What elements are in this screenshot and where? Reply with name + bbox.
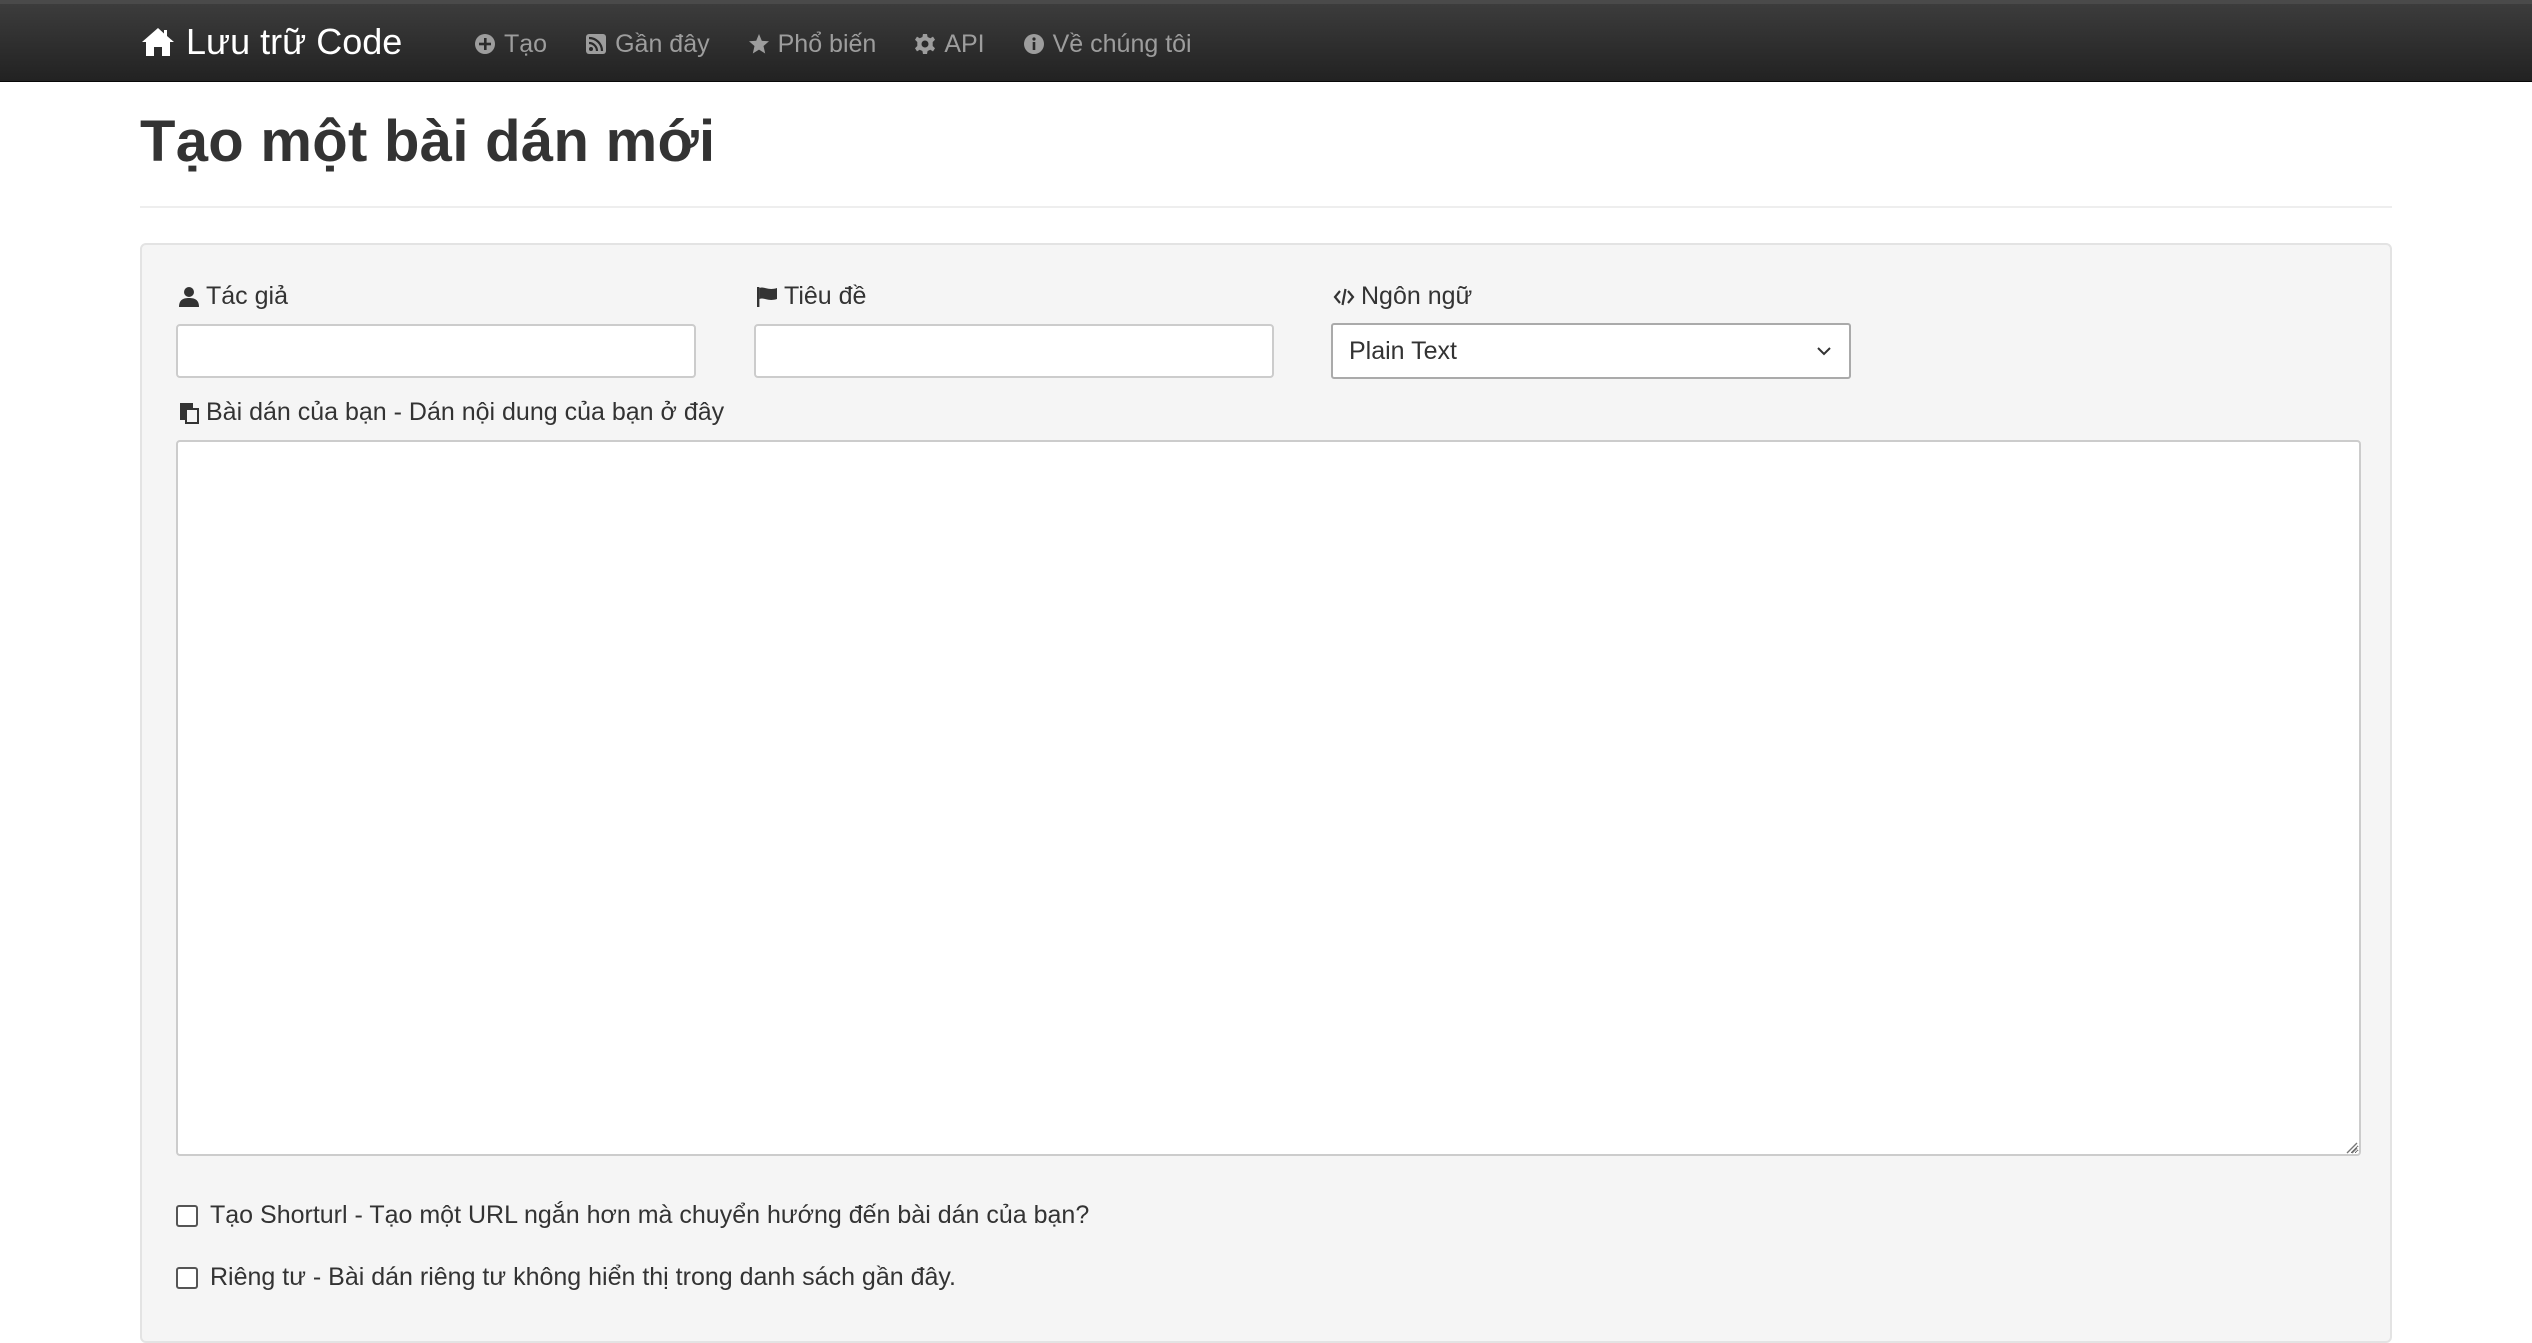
- code-icon: [1333, 288, 1355, 305]
- nav-item-label: Tạo: [504, 29, 548, 58]
- star-icon: [748, 34, 769, 54]
- private-label: Riêng tư - Bài dán riêng tư không hiển t…: [210, 1263, 956, 1291]
- nav-item-api[interactable]: API: [914, 26, 985, 62]
- paste-label: Bài dán của bạn - Dán nội dung của bạn ở…: [178, 398, 724, 427]
- private-checkbox[interactable]: [176, 1266, 198, 1289]
- brand-link[interactable]: Lưu trữ Code: [140, 18, 402, 66]
- title-input[interactable]: [754, 324, 1274, 378]
- user-icon: [179, 286, 199, 307]
- shorturl-label: Tạo Shorturl - Tạo một URL ngắn hơn mà c…: [210, 1201, 1090, 1229]
- flag-icon: [757, 286, 777, 307]
- nav-item-recent[interactable]: Gần đây: [585, 26, 710, 62]
- author-label: Tác giả: [178, 282, 288, 311]
- language-label: Ngôn ngữ: [1333, 282, 1472, 311]
- home-icon: [142, 28, 174, 56]
- nav-item-popular[interactable]: Phổ biến: [748, 26, 877, 62]
- title-label-text: Tiêu đề: [784, 282, 867, 310]
- nav-item-label: Về chúng tôi: [1052, 29, 1192, 58]
- language-label-text: Ngôn ngữ: [1361, 282, 1473, 310]
- language-select[interactable]: Plain Text: [1331, 323, 1851, 379]
- nav-menu: Tạo Gần đây Phổ biến API Về chúng tôi: [474, 26, 1192, 62]
- plus-circle-icon: [475, 34, 495, 54]
- paste-textarea[interactable]: [176, 440, 2361, 1156]
- language-selected-value: Plain Text: [1349, 336, 1457, 365]
- header-divider: [140, 206, 2392, 208]
- page-title: Tạo một bài dán mới: [140, 109, 716, 174]
- author-label-text: Tác giả: [206, 282, 288, 310]
- shorturl-checkbox[interactable]: [176, 1204, 198, 1227]
- nav-item-label: API: [944, 29, 985, 58]
- chevron-down-icon: [1817, 347, 1831, 356]
- nav-item-label: Gần đây: [615, 29, 710, 58]
- rss-icon: [586, 34, 607, 54]
- brand-label: Lưu trữ Code: [186, 21, 403, 62]
- shorturl-option: Tạo Shorturl - Tạo một URL ngắn hơn mà c…: [176, 1201, 1089, 1230]
- gear-icon: [915, 34, 936, 54]
- private-option: Riêng tư - Bài dán riêng tư không hiển t…: [176, 1263, 956, 1292]
- paste-label-text: Bài dán của bạn - Dán nội dung của bạn ở…: [206, 398, 725, 426]
- paste-icon: [180, 402, 199, 424]
- resize-grip-icon[interactable]: [2342, 1138, 2358, 1154]
- nav-item-label: Phổ biến: [777, 29, 877, 58]
- info-icon: [1023, 34, 1044, 54]
- top-navbar: Lưu trữ Code Tạo Gần đây Phổ biến API Về…: [0, 0, 2532, 82]
- author-input[interactable]: [176, 324, 696, 378]
- nav-item-create[interactable]: Tạo: [474, 26, 547, 62]
- nav-item-about[interactable]: Về chúng tôi: [1023, 26, 1192, 62]
- title-label: Tiêu đề: [756, 282, 866, 311]
